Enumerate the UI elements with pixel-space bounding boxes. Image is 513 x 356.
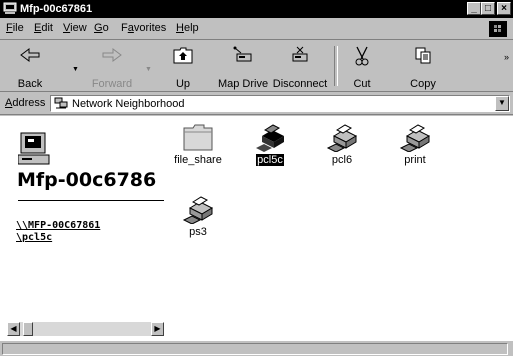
cut-button[interactable]: Cut xyxy=(344,42,380,90)
printer-icon xyxy=(326,124,358,152)
menu-favorites[interactable]: Favorites xyxy=(121,22,166,34)
up-label: Up xyxy=(175,78,191,90)
pcl6-item[interactable]: pcl6 xyxy=(310,120,374,166)
title-bar[interactable]: Mfp-00c67861 _ □ × xyxy=(0,0,513,18)
status-text xyxy=(2,343,508,355)
item-label: file_share xyxy=(174,154,222,166)
content-area: Mfp-00c6786 \\MFP-00C67861 \pcl5c ◀ ▶ fi… xyxy=(0,116,513,340)
disconnect-button[interactable]: Disconnect xyxy=(272,42,328,90)
scissors-icon xyxy=(355,46,369,66)
toolbar-more-chevron-icon[interactable]: » xyxy=(504,52,509,62)
menu-bar: File Edit View Go Favorites Help xyxy=(0,18,513,40)
address-bar: Address Network Neighborhood ▼ xyxy=(0,93,513,115)
scroll-left-button[interactable]: ◀ xyxy=(7,322,20,336)
forward-label: Forward xyxy=(91,78,133,90)
copy-label: Copy xyxy=(410,78,436,90)
disconnect-drive-icon xyxy=(292,46,308,62)
address-value: Network Neighborhood xyxy=(72,98,185,110)
item-label: pcl6 xyxy=(331,154,353,166)
scroll-right-button[interactable]: ▶ xyxy=(151,322,164,336)
back-arrow-icon xyxy=(20,48,40,62)
pcl5c-item[interactable]: pcl5c xyxy=(238,120,302,167)
printer-icon xyxy=(256,124,284,152)
windows-logo-icon xyxy=(489,21,507,37)
unc-path-link[interactable]: \\MFP-00C67861 xyxy=(16,220,100,231)
window-title: Mfp-00c67861 xyxy=(20,3,93,15)
scroll-thumb[interactable] xyxy=(23,322,33,336)
item-label: ps3 xyxy=(189,226,207,238)
item-label: print xyxy=(404,154,426,166)
address-input[interactable]: Network Neighborhood ▼ xyxy=(50,95,510,112)
menu-file[interactable]: File xyxy=(6,22,24,34)
back-label: Back xyxy=(17,78,43,90)
close-button[interactable]: × xyxy=(497,2,511,15)
file-share-item[interactable]: file_share xyxy=(166,122,230,166)
up-folder-icon xyxy=(173,47,193,64)
folder-icon xyxy=(183,124,213,151)
network-neighborhood-icon xyxy=(54,97,68,109)
menu-view[interactable]: View xyxy=(63,22,87,34)
print-item[interactable]: print xyxy=(383,120,447,166)
menu-edit[interactable]: Edit xyxy=(34,22,53,34)
horizontal-scrollbar[interactable]: ◀ ▶ xyxy=(7,322,164,336)
menu-go[interactable]: Go xyxy=(94,22,109,34)
forward-dropdown-icon[interactable]: ▼ xyxy=(145,66,152,73)
copy-pages-icon xyxy=(415,47,431,64)
toolbar: Back ▼ Forward ▼ Up Map Drive Disconnect… xyxy=(0,40,513,92)
minimize-button[interactable]: _ xyxy=(467,2,481,15)
computer-icon xyxy=(3,2,17,14)
toolbar-separator xyxy=(334,46,338,86)
map-drive-button[interactable]: Map Drive xyxy=(216,42,270,90)
copy-button[interactable]: Copy xyxy=(405,42,441,90)
item-label: pcl5c xyxy=(255,153,285,167)
cut-label: Cut xyxy=(353,78,371,90)
address-dropdown-button[interactable]: ▼ xyxy=(495,96,509,111)
menu-help[interactable]: Help xyxy=(176,22,199,34)
forward-button[interactable]: Forward xyxy=(88,42,136,90)
map-drive-icon xyxy=(233,46,252,62)
map-drive-label: Map Drive xyxy=(217,78,269,90)
ps3-item[interactable]: ps3 xyxy=(166,192,230,238)
printer-icon xyxy=(399,124,431,152)
pane-divider xyxy=(18,200,164,201)
address-label: Address xyxy=(5,97,46,109)
status-bar xyxy=(0,340,513,356)
forward-arrow-icon xyxy=(102,48,122,62)
printer-icon xyxy=(182,196,214,224)
share-path-link[interactable]: \pcl5c xyxy=(16,232,52,243)
explorer-window: Mfp-00c67861 _ □ × File Edit View Go Fav… xyxy=(0,0,513,356)
up-button[interactable]: Up xyxy=(165,42,201,90)
pane-title: Mfp-00c6786 xyxy=(17,169,157,191)
back-dropdown-icon[interactable]: ▼ xyxy=(72,66,79,73)
disconnect-label: Disconnect xyxy=(272,78,328,90)
back-button[interactable]: Back xyxy=(8,42,52,90)
info-pane: Mfp-00c6786 \\MFP-00C67861 \pcl5c ◀ ▶ xyxy=(0,116,172,340)
maximize-button[interactable]: □ xyxy=(481,2,495,15)
computer-icon xyxy=(18,132,50,165)
